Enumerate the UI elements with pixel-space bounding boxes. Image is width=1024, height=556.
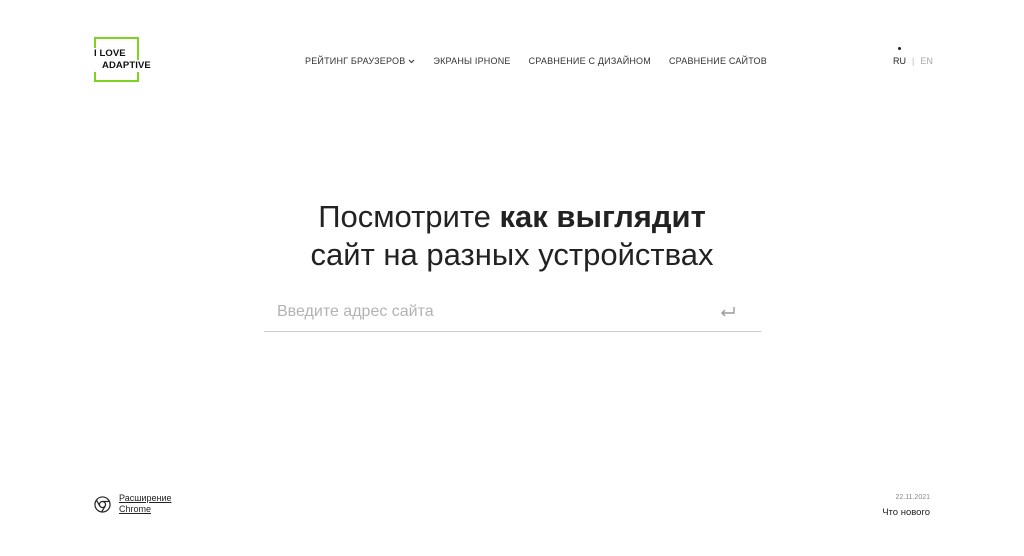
enter-icon[interactable] xyxy=(719,302,737,320)
whats-new-link[interactable]: Что нового xyxy=(882,507,930,518)
extension-line-2: Chrome xyxy=(119,504,152,514)
url-search-box xyxy=(264,292,761,332)
logo-line-2: ADAPTIVE xyxy=(94,60,153,72)
nav-browser-rating-label: РЕЙТИНГ БРАУЗЕРОВ xyxy=(305,56,406,66)
nav-iphone-screens[interactable]: ЭКРАНЫ IPHONE xyxy=(433,56,510,66)
whats-new: 22.11.2021 Что нового xyxy=(882,494,930,518)
main-nav: РЕЙТИНГ БРАУЗЕРОВ ЭКРАНЫ IPHONE СРАВНЕНИ… xyxy=(305,56,767,66)
logo[interactable]: I LOVE ADAPTIVE xyxy=(94,48,153,72)
language-switcher: RU | EN xyxy=(893,47,933,66)
hero-heading: Посмотрите как выглядит сайт на разных у… xyxy=(0,198,1024,274)
chevron-down-icon xyxy=(409,59,415,64)
logo-line-1: I LOVE xyxy=(94,48,128,60)
hero-line-1-bold: как выглядит xyxy=(499,199,706,234)
page: I LOVE ADAPTIVE РЕЙТИНГ БРАУЗЕРОВ ЭКРАНЫ… xyxy=(0,0,1024,556)
hero-line-1-regular: Посмотрите xyxy=(318,199,500,234)
chrome-extension-link[interactable]: Расширение Chrome xyxy=(94,493,171,515)
nav-design-compare[interactable]: СРАВНЕНИЕ С ДИЗАЙНОМ xyxy=(529,56,651,66)
hero-line-2: сайт на разных устройствах xyxy=(310,237,714,272)
chrome-extension-label[interactable]: Расширение Chrome xyxy=(119,493,171,515)
extension-line-1: Расширение xyxy=(119,493,172,503)
active-language-dot xyxy=(898,47,901,50)
lang-en[interactable]: EN xyxy=(920,56,933,66)
lang-ru[interactable]: RU xyxy=(893,56,906,66)
nav-browser-rating[interactable]: РЕЙТИНГ БРАУЗЕРОВ xyxy=(305,56,415,66)
nav-site-compare[interactable]: СРАВНЕНИЕ САЙТОВ xyxy=(669,56,767,66)
lang-separator: | xyxy=(912,56,915,66)
news-date: 22.11.2021 xyxy=(895,494,930,501)
chrome-icon xyxy=(94,495,111,513)
url-input[interactable] xyxy=(277,298,697,326)
